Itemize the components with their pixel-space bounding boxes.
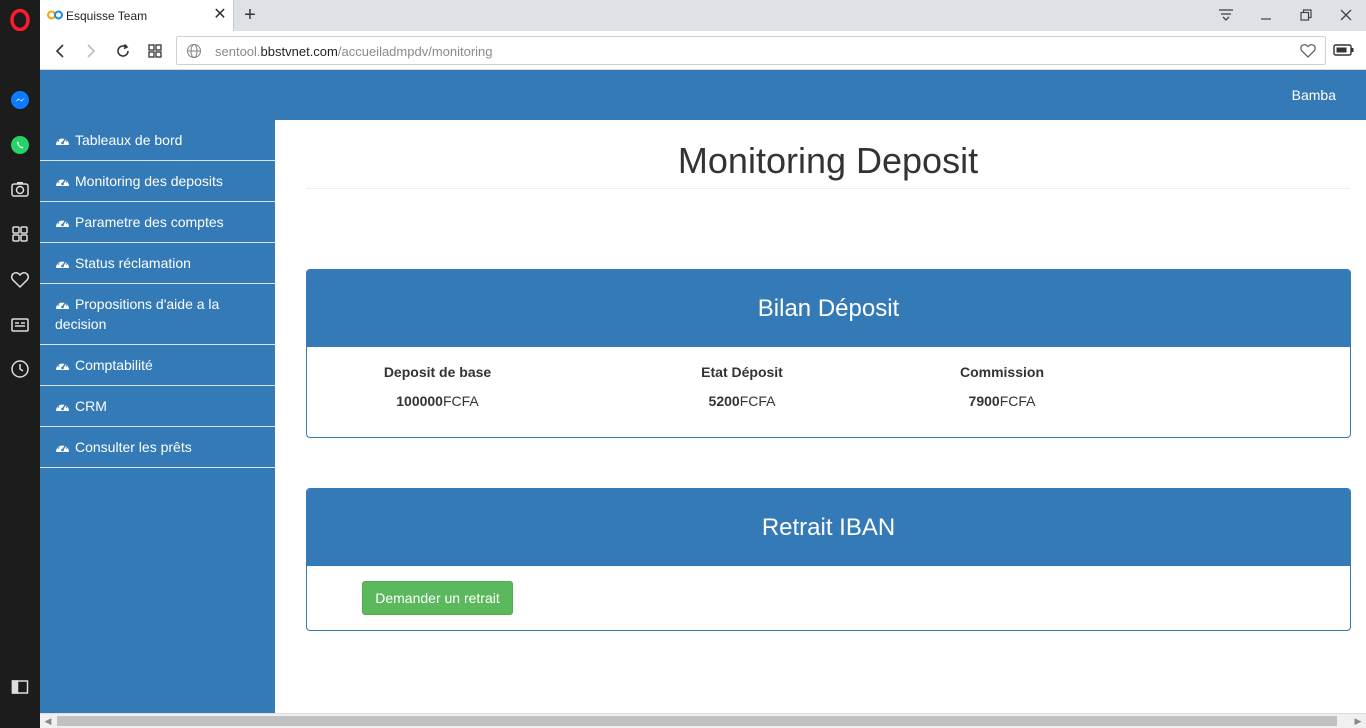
navigation-bar: sentool.bbstvnet.com/accueiladmpdv/monit…	[40, 31, 1366, 70]
bilan-deposit-heading: Bilan Déposit	[307, 270, 1350, 347]
stat-value: 5200FCFA	[667, 393, 817, 409]
sidebar-toggle-icon[interactable]	[8, 675, 32, 699]
gauge-icon	[55, 356, 70, 370]
history-icon[interactable]	[8, 357, 32, 381]
tiles-icon[interactable]	[144, 40, 166, 62]
new-tab-button[interactable]: +	[240, 5, 260, 25]
sidebar-item-label: Comptabilité	[75, 357, 153, 373]
sidebar-item-8[interactable]: Consulter les prêts	[40, 427, 275, 468]
sidebar-item-2[interactable]: Monitoring des deposits	[40, 161, 275, 202]
whatsapp-icon[interactable]	[8, 133, 32, 157]
sidebar-item-label: Tableaux de bord	[75, 132, 183, 148]
stat-label: Deposit de base	[383, 364, 492, 380]
gauge-icon	[55, 438, 70, 452]
gauge-icon	[55, 254, 70, 268]
news-icon[interactable]	[8, 313, 32, 337]
demander-retrait-button[interactable]: Demander un retrait	[362, 581, 513, 615]
gauge-icon	[55, 213, 70, 227]
scrollbar-thumb[interactable]	[57, 716, 1337, 726]
stat-unit: FCFA	[442, 393, 479, 409]
main-content: Monitoring Deposit Bilan Déposit Deposit…	[275, 120, 1366, 713]
stat-deposit-de-base: Deposit de base 100000FCFA	[359, 364, 516, 409]
tab-close-icon[interactable]: ✕	[212, 6, 228, 24]
stat-commission: Commission 7900FCFA	[927, 364, 1077, 409]
opera-logo-icon[interactable]	[8, 8, 32, 32]
sidebar-item-5[interactable]: Propositions d'aide a la decision	[40, 284, 275, 345]
close-window-icon[interactable]	[1332, 4, 1360, 26]
stat-amount: 100000	[396, 393, 443, 409]
stat-label: Commission	[959, 364, 1044, 380]
address-bar[interactable]: sentool.bbstvnet.com/accueiladmpdv/monit…	[176, 36, 1326, 65]
battery-icon[interactable]	[1333, 43, 1355, 57]
stat-amount: 5200	[708, 393, 740, 409]
reload-icon[interactable]	[112, 40, 134, 62]
sidebar-item-6[interactable]: Comptabilité	[40, 345, 275, 386]
speed-dial-icon[interactable]	[8, 222, 32, 246]
heart-icon[interactable]	[8, 268, 32, 292]
retrait-iban-panel: Retrait IBAN Demander un retrait	[306, 488, 1351, 631]
url-subdomain: sentool.	[215, 44, 261, 59]
tab-strip: Esquisse Team ✕ +	[40, 0, 1366, 31]
stat-value: 7900FCFA	[927, 393, 1077, 409]
stat-unit: FCFA	[999, 393, 1036, 409]
minimize-icon[interactable]	[1252, 4, 1280, 26]
camera-icon[interactable]	[8, 177, 32, 201]
sidebar-item-label: Parametre des comptes	[75, 214, 224, 230]
horizontal-scrollbar[interactable]: ◀ ▶	[40, 713, 1366, 728]
app-header: Bamba	[40, 70, 1366, 120]
restore-icon[interactable]	[1292, 4, 1320, 26]
back-icon[interactable]	[49, 40, 71, 62]
gauge-icon	[55, 131, 70, 145]
stat-label: Etat Déposit	[701, 364, 783, 380]
stat-etat-deposit: Etat Déposit 5200FCFA	[667, 364, 817, 409]
sidebar-menu: Tableaux de bord Monitoring des deposits P…	[40, 120, 275, 713]
tab-title: Esquisse Team	[66, 9, 148, 23]
sidebar-item-label: Consulter les prêts	[75, 439, 192, 455]
sidebar-item-label: Status réclamation	[75, 255, 191, 271]
url-text[interactable]: sentool.bbstvnet.com/accueiladmpdv/monit…	[215, 44, 493, 59]
bilan-deposit-panel: Bilan Déposit Deposit de base 100000FCFA…	[306, 269, 1351, 438]
gauge-icon	[55, 295, 70, 309]
sidebar-item-1[interactable]: Tableaux de bord	[40, 120, 275, 161]
scroll-left-icon[interactable]: ◀	[42, 716, 54, 727]
sidebar-item-7[interactable]: CRM	[40, 386, 275, 427]
forward-icon[interactable]	[80, 40, 102, 62]
sidebar-item-label: Monitoring des deposits	[75, 173, 223, 189]
sidebar-item-label: Propositions d'aide a la decision	[55, 296, 220, 332]
globe-icon	[186, 43, 202, 59]
stat-amount: 7900	[968, 393, 1000, 409]
stat-unit: FCFA	[739, 393, 776, 409]
messenger-icon[interactable]	[8, 88, 32, 112]
opera-sidebar	[0, 0, 40, 728]
tab-menu-icon[interactable]	[1212, 4, 1240, 26]
sidebar-item-4[interactable]: Status réclamation	[40, 243, 275, 284]
scroll-right-icon[interactable]: ▶	[1352, 716, 1364, 727]
title-divider	[306, 188, 1350, 189]
gauge-icon	[55, 397, 70, 411]
favicon-icon	[47, 10, 63, 20]
url-path: /accueiladmpdv/monitoring	[337, 44, 493, 59]
user-menu[interactable]: Bamba	[1292, 87, 1336, 103]
sidebar-item-3[interactable]: Parametre des comptes	[40, 202, 275, 243]
gauge-icon	[55, 172, 70, 186]
page-title: Monitoring Deposit	[677, 140, 979, 181]
url-domain: bbstvnet.com	[260, 44, 338, 59]
sidebar-item-label: CRM	[75, 398, 107, 414]
stat-value: 100000FCFA	[359, 393, 516, 409]
browser-tab[interactable]: Esquisse Team ✕	[40, 0, 234, 31]
retrait-iban-heading: Retrait IBAN	[307, 489, 1350, 566]
bookmark-heart-icon[interactable]	[1299, 43, 1317, 59]
